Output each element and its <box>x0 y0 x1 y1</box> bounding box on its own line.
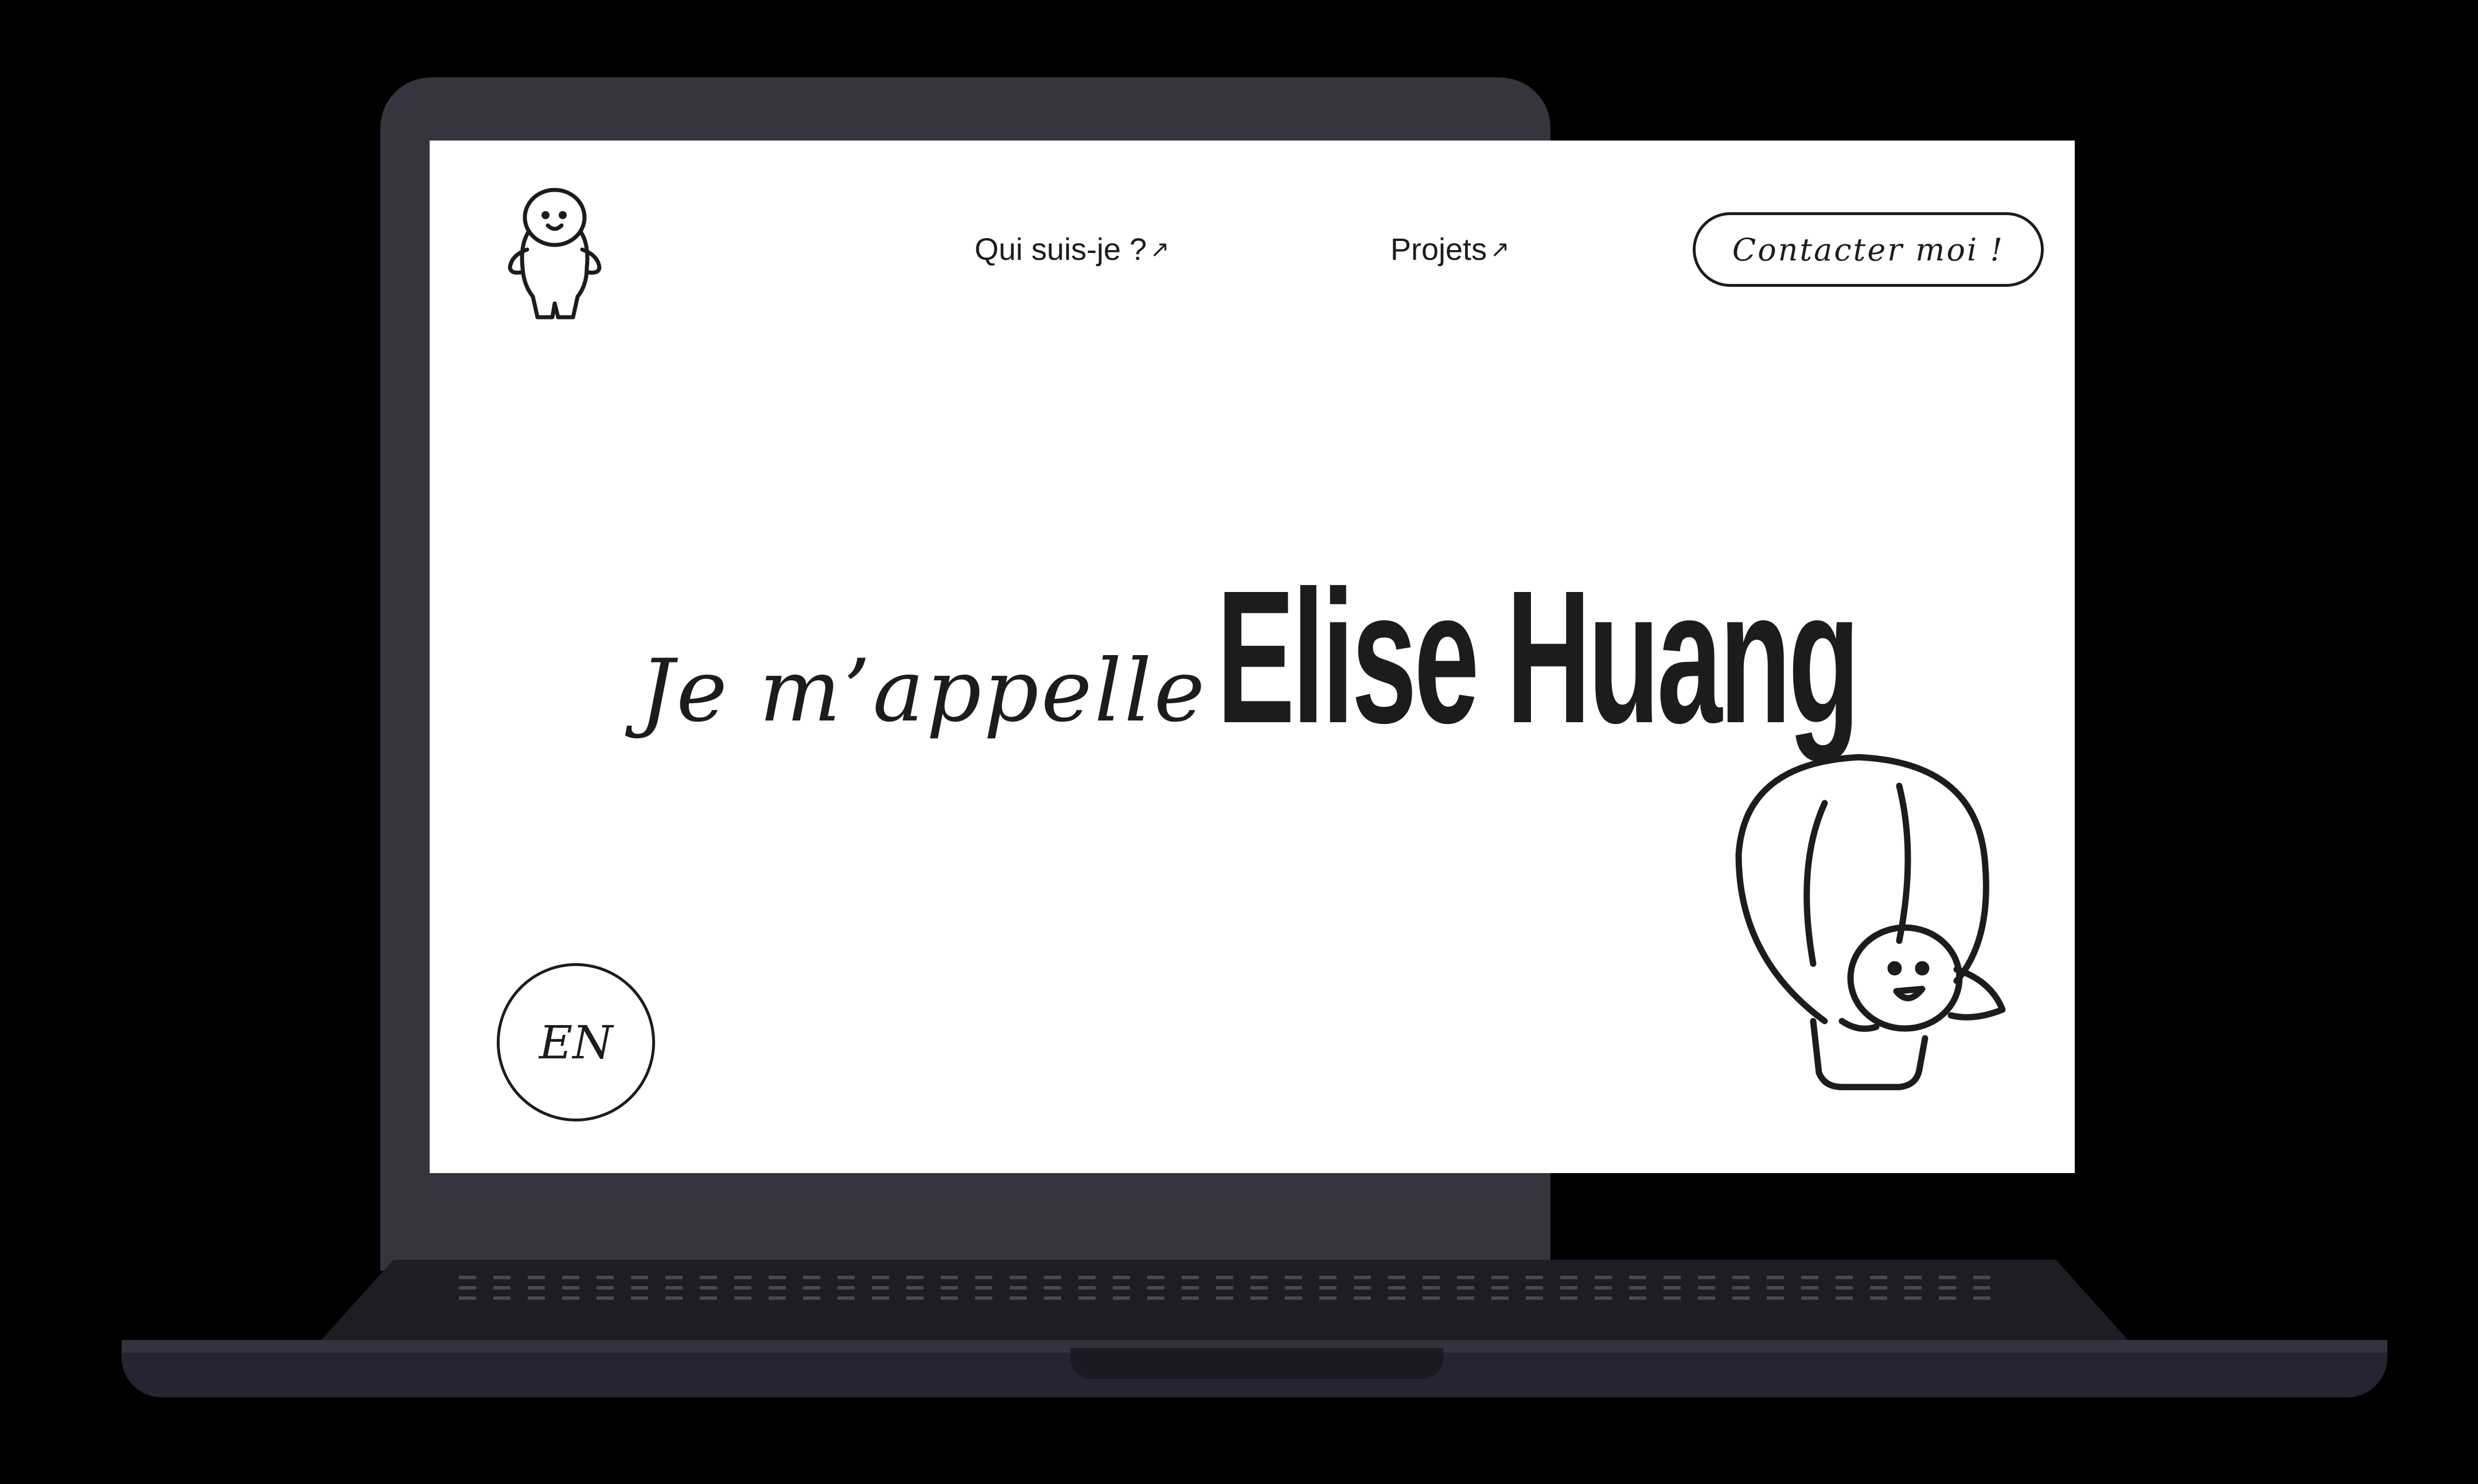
website-screen: Qui suis-je ? ↗ Projets ↗ Contacter moi ! … <box>430 141 2075 1173</box>
laptop-trackpad-notch <box>1070 1348 1443 1379</box>
nav-link-about[interactable]: Qui suis-je ? ↗ <box>975 227 1170 272</box>
laptop-keyboard <box>459 1269 2008 1332</box>
arrow-up-right-icon: ↗ <box>1490 237 1510 262</box>
nav-link-about-label: Qui suis-je ? <box>975 232 1147 267</box>
nav-link-projects[interactable]: Projets ↗ <box>1390 227 1510 272</box>
hero-intro-text: Je m’appelle <box>640 641 1207 741</box>
hot-air-balloon-character-icon <box>1735 754 2006 1090</box>
contact-button[interactable]: Contacter moi ! <box>1693 212 2044 287</box>
nav-link-projects-label: Projets <box>1390 232 1487 267</box>
smiling-character-icon[interactable] <box>497 182 612 325</box>
arrow-up-right-icon: ↗ <box>1150 237 1170 262</box>
language-toggle-button[interactable]: EN <box>497 963 655 1121</box>
